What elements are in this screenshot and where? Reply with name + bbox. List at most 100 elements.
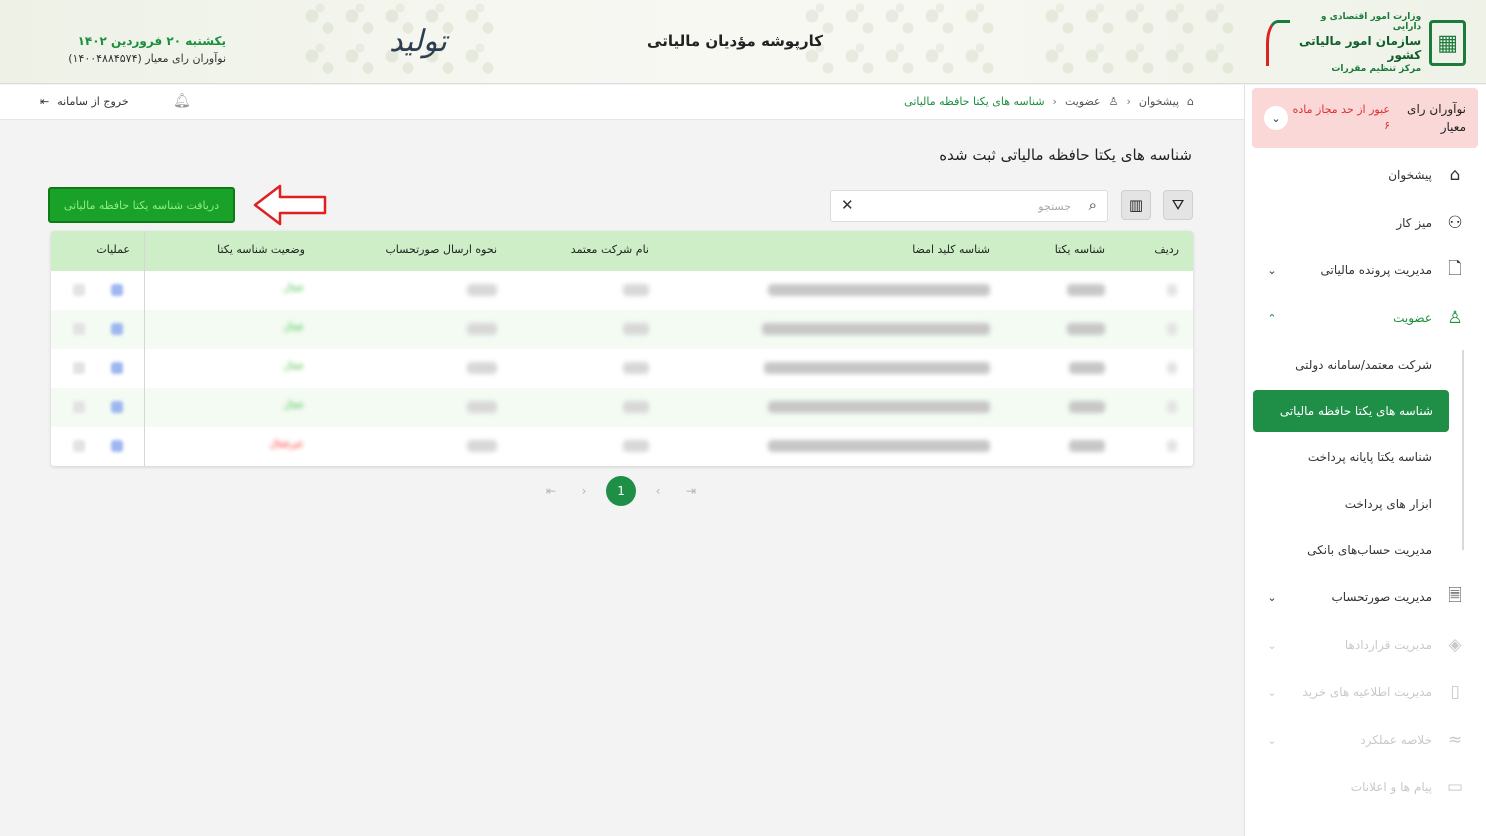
signature-key-id	[768, 440, 990, 452]
more-icon[interactable]	[73, 440, 85, 452]
chevron-down-icon: ⌄	[1267, 263, 1277, 277]
table-row[interactable]: فعال	[51, 310, 1193, 349]
get-memory-id-button[interactable]: دریافت شناسه یکتا حافظه مالیاتی	[48, 187, 235, 223]
row-index	[1167, 323, 1177, 335]
sidebar-item-label: پیشخوان	[1388, 168, 1432, 182]
submenu-payment-tools[interactable]: ابزار های پرداخت	[1252, 485, 1436, 523]
column-header[interactable]: نام شرکت معتمد	[571, 243, 649, 256]
sidebar-item-label: مدیریت اطلاعیه های خرید	[1302, 685, 1432, 699]
submenu-trusted-company[interactable]: شرکت معتمد/سامانه دولتی	[1252, 346, 1436, 384]
org-logo: ▦ وزارت امور اقتصادی و دارایی سازمان امو…	[1266, 12, 1466, 74]
status-badge: فعال	[283, 400, 303, 411]
bell-icon[interactable]: 🔔︎	[173, 93, 191, 109]
chevron-down-icon: ⌄	[1267, 685, 1277, 699]
edit-icon[interactable]	[111, 362, 123, 374]
table-row[interactable]: فعال	[51, 271, 1193, 310]
edit-icon[interactable]	[111, 440, 123, 452]
send-method	[467, 401, 497, 413]
unique-id	[1069, 401, 1105, 413]
edit-icon[interactable]	[111, 323, 123, 335]
column-header[interactable]: نحوه ارسال صورتحساب	[385, 243, 497, 256]
page-title: شناسه های یکتا حافظه مالیاتی ثبت شده	[939, 146, 1192, 164]
chevron-down-icon: ⌄	[1267, 733, 1277, 747]
sidebar-item-membership[interactable]: ♙ عضویت ⌃	[1252, 298, 1478, 338]
more-icon[interactable]	[73, 323, 85, 335]
unique-id	[1069, 440, 1105, 452]
table-row[interactable]: فعال	[51, 349, 1193, 388]
last-page-icon[interactable]: ⇥	[680, 480, 702, 502]
trusted-company	[623, 401, 649, 413]
sidebar-item-label: مدیریت صورتحساب	[1331, 590, 1432, 604]
more-icon[interactable]	[73, 284, 85, 296]
chevron-down-icon: ⌄	[1267, 638, 1277, 652]
prev-page-icon[interactable]: ‹	[573, 480, 595, 502]
sidebar-item-workspace[interactable]: ⚇ میز کار	[1252, 203, 1478, 243]
signature-key-id	[768, 401, 990, 413]
close-icon[interactable]: ✕	[841, 196, 854, 214]
workspace-icon: ⚇	[1447, 213, 1463, 233]
flag-icon	[1266, 20, 1290, 66]
table-header: ردیف شناسه یکتا شناسه کلید امضا نام شرکت…	[51, 231, 1193, 271]
logout-icon: ⇤	[40, 95, 50, 108]
column-header[interactable]: شناسه یکتا	[1055, 243, 1105, 256]
sidebar-item-messages[interactable]: ▭ پیام ها و اعلانات	[1252, 767, 1478, 807]
columns-icon: ▥	[1128, 196, 1144, 214]
submenu-memory-ids[interactable]: شناسه های یکتا حافظه مالیاتی	[1253, 390, 1449, 432]
logout-label: خروج از سامانه	[57, 95, 129, 108]
sidebar-item-label: خلاصه عملکرد	[1360, 733, 1432, 747]
edit-icon[interactable]	[111, 401, 123, 413]
sidebar: نوآوران رای معیار عبور از حد مجاز ماده ۶…	[1244, 85, 1486, 836]
more-icon[interactable]	[73, 362, 85, 374]
breadcrumb: ⌂ پیشخوان ‹ ♙ عضویت ‹ شناسه های یکتا حاف…	[904, 95, 1194, 108]
company-card[interactable]: نوآوران رای معیار عبور از حد مجاز ماده ۶…	[1252, 88, 1478, 148]
sidebar-item-purchase-notices[interactable]: ▯ مدیریت اطلاعیه های خرید ⌄	[1252, 672, 1478, 712]
tolid-calligraphy: تولید	[389, 24, 447, 59]
sidebar-item-invoices[interactable]: 🗏 مدیریت صورتحساب ⌄	[1252, 577, 1478, 617]
sidebar-item-label: عضویت	[1393, 311, 1432, 325]
org-name-line2: سازمان امور مالیاتی کشور	[1298, 34, 1422, 62]
chevron-down-icon[interactable]: ⌄	[1264, 106, 1288, 130]
clipboard-icon: ▯	[1450, 682, 1460, 702]
home-icon: ⌂	[1449, 165, 1461, 185]
signature-key-id	[762, 323, 990, 335]
sidebar-item-dashboard[interactable]: ⌂ پیشخوان	[1252, 155, 1478, 195]
column-header[interactable]: شناسه کلید امضا	[912, 243, 990, 256]
user-icon: ♙	[1447, 308, 1463, 328]
status-badge: غیرفعال	[269, 439, 303, 450]
current-page[interactable]: 1	[606, 476, 636, 506]
submenu-bank-accounts[interactable]: مدیریت حساب‌های بانکی	[1252, 531, 1436, 569]
search-icon[interactable]: ⌕	[1089, 196, 1097, 214]
table-row[interactable]: غیرفعال	[51, 427, 1193, 466]
edit-icon[interactable]	[111, 284, 123, 296]
limit-warning: عبور از حد مجاز ماده ۶	[1292, 103, 1390, 132]
unique-id	[1069, 362, 1105, 374]
column-header[interactable]: ردیف	[1154, 243, 1179, 256]
sidebar-item-label: مدیریت قراردادها	[1344, 638, 1432, 652]
breadcrumb-item[interactable]: عضویت	[1065, 95, 1101, 108]
unique-id	[1067, 323, 1105, 335]
status-badge: فعال	[283, 361, 303, 372]
home-icon: ⌂	[1187, 95, 1194, 108]
first-page-icon[interactable]: ⇤	[540, 480, 562, 502]
submenu-payment-terminal-id[interactable]: شناسه یکتا پایانه پرداخت	[1252, 438, 1436, 476]
sidebar-item-summary[interactable]: ≈ خلاصه عملکرد ⌄	[1252, 720, 1478, 760]
sidebar-item-tax-file[interactable]: 🗋 مدیریت پرونده مالیاتی ⌄	[1252, 250, 1478, 290]
table-row[interactable]: فعال	[51, 388, 1193, 427]
column-header[interactable]: وضعیت شناسه یکتا	[217, 243, 305, 256]
chart-icon: ≈	[1447, 730, 1463, 750]
breadcrumb-item[interactable]: پیشخوان	[1139, 95, 1179, 108]
chevron-down-icon: ⌄	[1267, 590, 1277, 604]
sidebar-item-contracts[interactable]: ◈ مدیریت قراردادها ⌄	[1252, 625, 1478, 665]
handshake-icon: ◈	[1448, 635, 1462, 655]
search-input[interactable]	[871, 191, 1071, 221]
trusted-company	[623, 362, 649, 374]
filter-button[interactable]: ⛛	[1163, 190, 1193, 220]
current-date: یکشنبه ۲۰ فروردین ۱۴۰۲	[77, 34, 226, 48]
row-index	[1167, 440, 1177, 452]
columns-button[interactable]: ▥	[1121, 190, 1151, 220]
column-header: عملیات	[96, 243, 130, 256]
signature-key-id	[768, 284, 990, 296]
more-icon[interactable]	[73, 401, 85, 413]
logout-button[interactable]: خروج از سامانه ⇤	[40, 95, 129, 108]
next-page-icon[interactable]: ›	[647, 480, 669, 502]
